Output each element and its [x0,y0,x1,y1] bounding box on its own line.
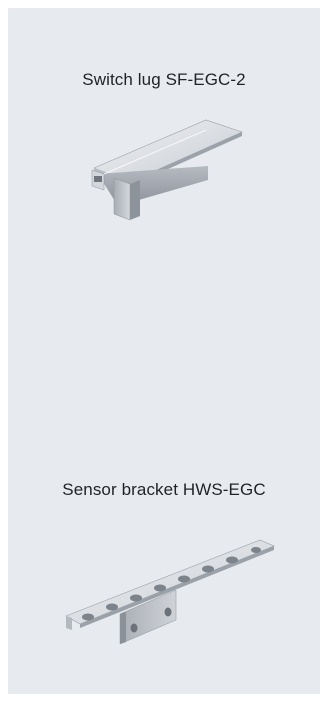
product-card-switch-lug[interactable]: Switch lug SF-EGC-2 [8,8,320,308]
product-title: Switch lug SF-EGC-2 [82,70,246,89]
product-card-sensor-bracket[interactable]: Sensor bracket HWS-EGC [8,368,320,688]
product-panel: Switch lug SF-EGC-2 Sensor bracket HWS-E… [8,8,320,694]
switch-lug-image [91,119,243,221]
sensor-bracket-image [65,539,275,645]
product-title: Sensor bracket HWS-EGC [62,480,266,499]
